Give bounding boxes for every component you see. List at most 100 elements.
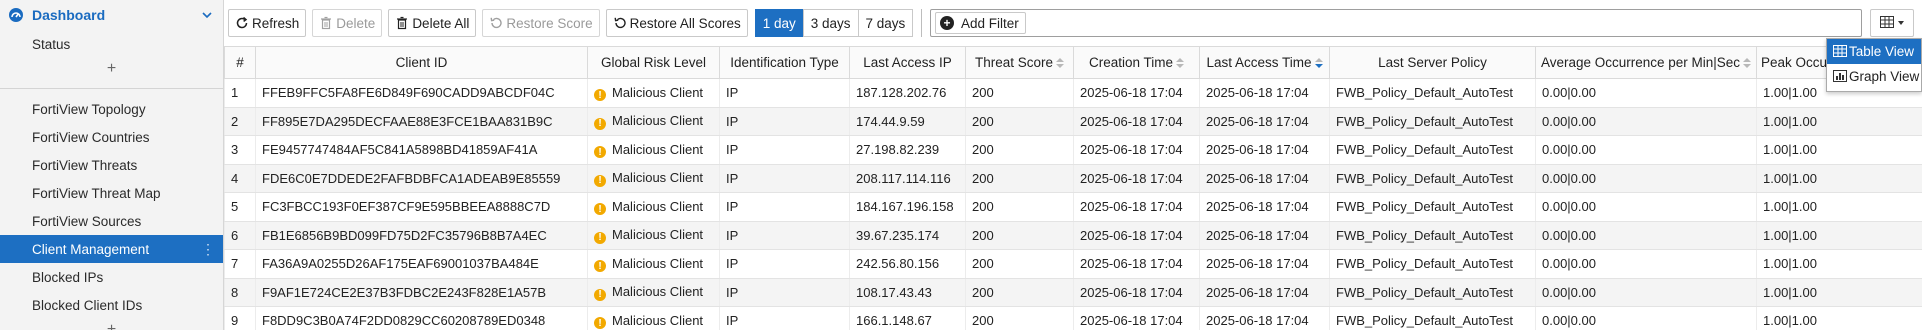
sidebar-item-blocked-client-ids[interactable]: Blocked Client IDs [0, 291, 223, 319]
cell-value: IP [726, 142, 739, 158]
column-header-client-id[interactable]: Client ID [255, 46, 588, 79]
last-access-time-cell: 2025-06-18 17:04 [1199, 249, 1330, 279]
avg-occurrence-cell: 0.00|0.00 [1535, 306, 1757, 330]
add-widget-plus-icon[interactable]: + [0, 58, 223, 80]
view-toggle-button[interactable] [1870, 9, 1914, 37]
client-id-cell: FFEB9FFC5FA8FE6D849F690CADD9ABCDF04C [255, 78, 588, 108]
table-row[interactable]: 6 FB1E6856B9BD099FD75D2FC35796B8B7A4EC! Ma… [224, 220, 1922, 250]
refresh-button[interactable]: Refresh [228, 9, 307, 37]
cell-value: IP [726, 284, 739, 300]
cell-value: FWB_Policy_Default_AutoTest [1336, 256, 1514, 272]
delete-all-label: Delete All [412, 15, 470, 31]
table-row[interactable]: 4 FDE6C0E7DDEDE2FAFBDBFCA1ADEAB9E85559! Ma… [224, 163, 1922, 193]
cell-value: Malicious Client [612, 227, 704, 242]
sidebar-item-fortiview-sources[interactable]: FortiView Sources [0, 207, 223, 235]
table-row[interactable]: 5 FC3FBCC193F0EF387CF9E595BBEEA8888C7D! Ma… [224, 192, 1922, 222]
column-header-label: Identification Type [730, 55, 839, 70]
sidebar-item-fortiview-threats[interactable]: FortiView Threats [0, 151, 223, 179]
cell-value: FWB_Policy_Default_AutoTest [1336, 227, 1514, 243]
graph-view-menu-item[interactable]: Graph View [1827, 64, 1921, 89]
delete-all-button[interactable]: Delete All [388, 9, 477, 37]
sidebar-item-status[interactable]: Status [0, 30, 223, 58]
column-header-creation-time[interactable]: Creation Time [1073, 46, 1200, 79]
peak-occurrence-cell: 1.00|1.00 [1756, 163, 1922, 193]
cell-value: 1.00|1.00 [1763, 256, 1817, 272]
cell-value: Malicious Client [612, 255, 704, 271]
column-header-last-access-time[interactable]: Last Access Time [1199, 46, 1330, 79]
cell-value: 1.00|1.00 [1763, 85, 1817, 101]
restore-score-button[interactable]: Restore Score [482, 9, 600, 37]
last-access-time-cell: 2025-06-18 17:04 [1199, 135, 1330, 165]
sidebar-item-label: FortiView Threat Map [32, 185, 161, 201]
row-number-cell: 7 [224, 249, 256, 279]
id-type-cell: IP [719, 220, 850, 250]
last-access-ip-cell: 208.117.114.116 [849, 163, 966, 193]
column-header-index[interactable]: # [224, 46, 256, 79]
avg-occurrence-cell: 0.00|0.00 [1535, 78, 1757, 108]
table-row[interactable]: 3 FE9457747484AF5C841A5898BD41859AF41A! Ma… [224, 135, 1922, 165]
sidebar-item-client-management[interactable]: Client Management ⋮ [0, 235, 223, 263]
sidebar-item-fortiview-countries[interactable]: FortiView Countries [0, 123, 223, 151]
cell-value: Malicious Client [612, 198, 704, 214]
id-type-cell: IP [719, 192, 850, 222]
chevron-down-icon[interactable] [201, 9, 213, 21]
sort-desc-icon[interactable] [1314, 57, 1323, 69]
time-range-selector: 1 day 3 days 7 days [754, 9, 914, 37]
cell-value: IP [726, 199, 739, 215]
cell-value: Malicious Client [612, 284, 704, 299]
id-type-cell: IP [719, 277, 850, 307]
creation-time-cell: 2025-06-18 17:04 [1073, 135, 1200, 165]
column-header-id-type[interactable]: Identification Type [719, 46, 850, 79]
cell-value: Malicious Client [612, 84, 704, 100]
cell-value: 2025-06-18 17:04 [1206, 199, 1309, 215]
table-row[interactable]: 7 FA36A9A0255D26AF175EAF69001037BA484E! Ma… [224, 249, 1922, 279]
sort-icon[interactable] [1743, 57, 1752, 69]
refresh-label: Refresh [252, 15, 300, 31]
server-policy-cell: FWB_Policy_Default_AutoTest [1329, 163, 1536, 193]
sidebar-item-label: Status [32, 36, 71, 52]
filter-bar[interactable]: + Add Filter [930, 9, 1862, 37]
more-options-icon[interactable]: ⋮ [201, 241, 215, 257]
restore-score-label: Restore Score [506, 15, 593, 31]
restore-all-scores-button[interactable]: Restore All Scores [605, 9, 748, 37]
cell-value: 184.167.196.158 [856, 199, 954, 215]
row-number-cell: 5 [224, 192, 256, 222]
row-number-cell: 6 [224, 220, 256, 250]
column-header-last-access-ip[interactable]: Last Access IP [849, 46, 966, 79]
sidebar-item-fortiview-threat-map[interactable]: FortiView Threat Map [0, 179, 223, 207]
delete-button[interactable]: Delete [312, 9, 383, 37]
server-policy-cell: FWB_Policy_Default_AutoTest [1329, 220, 1536, 250]
table-row[interactable]: 8 F9AF1E724CE2E37B3FDBC2E243F828E1A57B! Ma… [224, 277, 1922, 307]
cell-value: FC3FBCC193F0EF387CF9E595BBEEA8888C7D [262, 199, 551, 215]
sidebar-item-label: Client Management [32, 241, 150, 257]
table-view-menu-item[interactable]: Table View [1827, 39, 1921, 64]
dashboard-gauge-icon [8, 7, 24, 23]
sidebar-dashboard-header[interactable]: Dashboard [0, 0, 223, 30]
range-7-days-button[interactable]: 7 days [857, 9, 914, 37]
sidebar-item-blocked-ips[interactable]: Blocked IPs [0, 263, 223, 291]
sidebar-item-fortiview-topology[interactable]: FortiView Topology [0, 95, 223, 123]
cell-value: IP [726, 85, 739, 101]
avg-occurrence-cell: 0.00|0.00 [1535, 192, 1757, 222]
cell-value: 0.00|0.00 [1542, 199, 1596, 215]
add-filter-button[interactable]: + Add Filter [935, 12, 1026, 34]
range-3-days-button[interactable]: 3 days [802, 9, 859, 37]
client-id-cell: FC3FBCC193F0EF387CF9E595BBEEA8888C7D [255, 192, 588, 222]
add-widget-plus-icon[interactable]: + [0, 319, 223, 330]
threat-score-cell: 200 [965, 192, 1074, 222]
cell-value: 2025-06-18 17:04 [1080, 284, 1183, 300]
table-row[interactable]: 9 F8DD9C3B0A74F2DD0829CC60208789ED0348! Ma… [224, 306, 1922, 330]
column-header-threat-score[interactable]: Threat Score [965, 46, 1074, 79]
table-row[interactable]: 2 FF895E7DA295DECFAAE88E3FCE1BAA831B9C! Ma… [224, 106, 1922, 136]
range-1-day-button[interactable]: 1 day [754, 9, 804, 37]
sort-icon[interactable] [1056, 57, 1065, 69]
sort-icon[interactable] [1176, 57, 1185, 69]
table-row[interactable]: 1 FFEB9FFC5FA8FE6D849F690CADD9ABCDF04C! Ma… [224, 78, 1922, 108]
server-policy-cell: FWB_Policy_Default_AutoTest [1329, 277, 1536, 307]
creation-time-cell: 2025-06-18 17:04 [1073, 106, 1200, 136]
column-header-avg-occurrence[interactable]: Average Occurrence per Min|Sec [1535, 46, 1757, 79]
column-header-last-server-policy[interactable]: Last Server Policy [1329, 46, 1536, 79]
column-header-risk-level[interactable]: Global Risk Level [587, 46, 720, 79]
column-header-label: Last Server Policy [1378, 55, 1487, 70]
column-header-label: Client ID [395, 55, 448, 70]
